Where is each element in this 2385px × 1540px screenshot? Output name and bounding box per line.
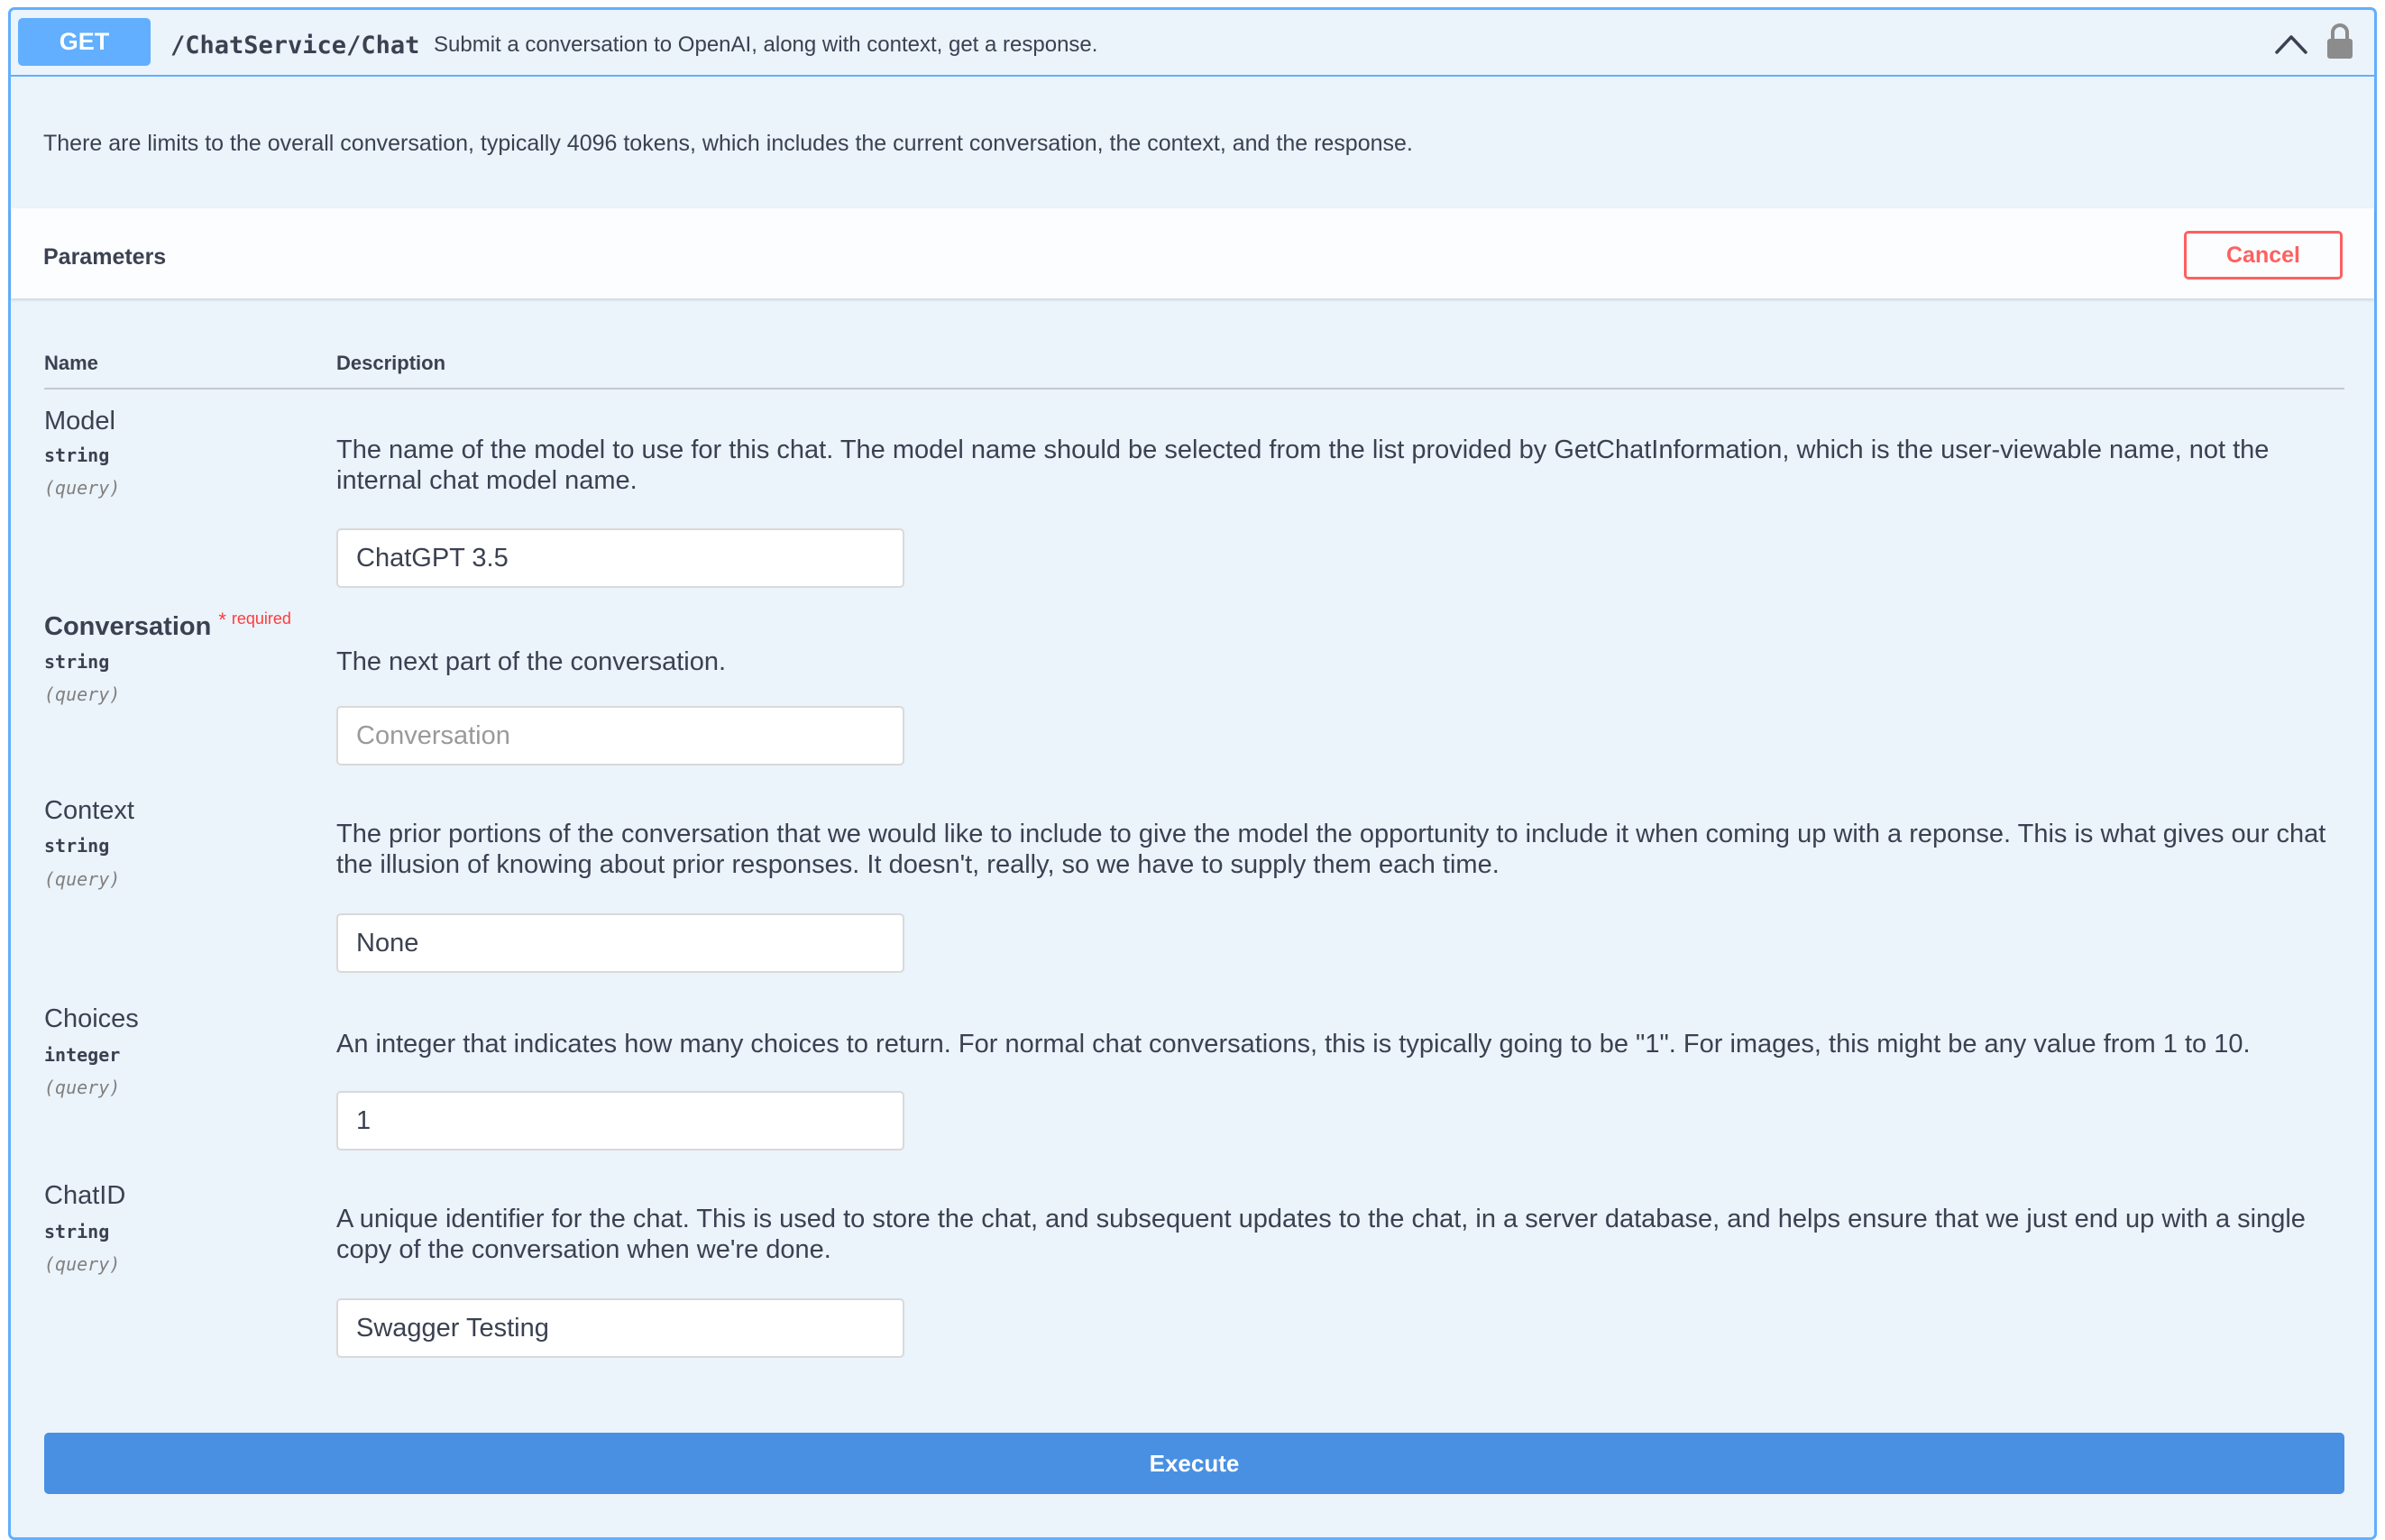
parameter-location: (query) — [44, 1253, 121, 1275]
parameter-description: The next part of the conversation. — [336, 647, 727, 676]
operation-description: There are limits to the overall conversa… — [43, 131, 1413, 156]
required-label: required — [231, 610, 291, 628]
column-header-name: Name — [44, 352, 98, 374]
chevron-up-icon[interactable] — [2273, 28, 2309, 59]
parameter-description: A unique identifier for the chat. This i… — [336, 1205, 2306, 1264]
parameter-type: string — [44, 835, 110, 857]
parameter-location: (query) — [44, 477, 121, 499]
parameter-type: string — [44, 651, 110, 673]
parameters-title: Parameters — [43, 244, 167, 270]
execute-button[interactable]: Execute — [44, 1433, 2344, 1494]
parameters-header: Parameters Cancel — [11, 208, 2374, 298]
cancel-button[interactable]: Cancel — [2184, 231, 2343, 280]
http-method-badge: GET — [18, 18, 151, 66]
parameter-location: (query) — [44, 868, 121, 890]
column-header-description: Description — [336, 352, 446, 374]
parameter-name: Conversation * required — [44, 610, 291, 641]
endpoint-summary: Submit a conversation to OpenAI, along w… — [434, 32, 1098, 57]
parameter-location: (query) — [44, 683, 121, 705]
chatid-input[interactable] — [336, 1298, 904, 1358]
endpoint-path: /ChatService/Chat — [170, 32, 420, 60]
parameter-name: Context — [44, 796, 134, 825]
choices-input[interactable] — [336, 1091, 904, 1150]
required-asterisk: * — [218, 609, 226, 631]
operation-summary[interactable]: GET /ChatService/Chat Submit a conversat… — [11, 10, 2374, 77]
lock-icon[interactable] — [2325, 23, 2354, 60]
table-header-divider — [44, 388, 2344, 390]
conversation-input[interactable] — [336, 706, 904, 765]
parameter-name: Choices — [44, 1004, 139, 1033]
parameter-type: string — [44, 1221, 110, 1242]
parameter-description: The prior portions of the conversation t… — [336, 820, 2326, 879]
parameter-description: The name of the model to use for this ch… — [336, 435, 2270, 495]
parameter-location: (query) — [44, 1077, 121, 1098]
parameter-type: string — [44, 445, 110, 466]
parameter-name: ChatID — [44, 1181, 126, 1210]
parameter-name-text: Conversation — [44, 612, 212, 641]
parameter-name: Model — [44, 407, 115, 435]
parameter-description: An integer that indicates how many choic… — [336, 1030, 2251, 1059]
context-input[interactable] — [336, 913, 904, 973]
model-input[interactable] — [336, 528, 904, 588]
parameter-type: integer — [44, 1044, 121, 1066]
operation-block: GET /ChatService/Chat Submit a conversat… — [8, 7, 2377, 1540]
